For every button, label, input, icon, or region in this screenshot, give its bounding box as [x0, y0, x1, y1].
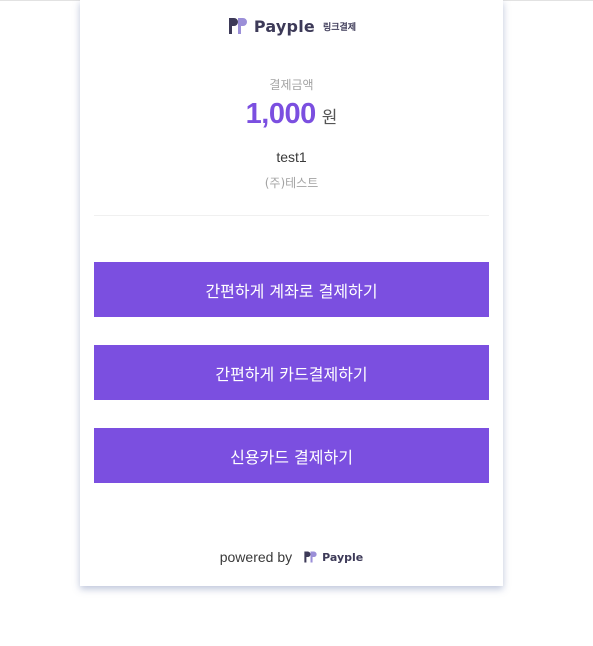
- payple-logo-icon: [228, 18, 247, 34]
- amount-value: 1,000: [245, 98, 317, 130]
- powered-by-label: powered by: [219, 549, 293, 565]
- payple-footer-logo-icon: [304, 551, 317, 563]
- amount-row: 1,000 원: [80, 98, 503, 136]
- link-payment-label: 링크결제: [322, 23, 357, 33]
- payment-card: Payple 링크결제 결제금액 1,000 원 test1 (주)테스트 간편…: [80, 0, 503, 586]
- footer-brand-name: Payple: [322, 550, 364, 564]
- currency-unit: 원: [321, 108, 338, 128]
- divider: [94, 215, 489, 216]
- amount-label: 결제금액: [269, 78, 314, 92]
- header: Payple 링크결제: [80, 14, 503, 38]
- credit-card-pay-button[interactable]: 신용카드 결제하기: [94, 428, 489, 483]
- product-name: test1: [276, 149, 307, 165]
- footer: powered by Payple: [80, 547, 503, 567]
- merchant-name: (주)테스트: [264, 176, 319, 190]
- brand-name: Payple: [253, 16, 315, 36]
- easy-account-pay-button[interactable]: 간편하게 계좌로 결제하기: [94, 262, 489, 317]
- easy-card-pay-button[interactable]: 간편하게 카드결제하기: [94, 345, 489, 400]
